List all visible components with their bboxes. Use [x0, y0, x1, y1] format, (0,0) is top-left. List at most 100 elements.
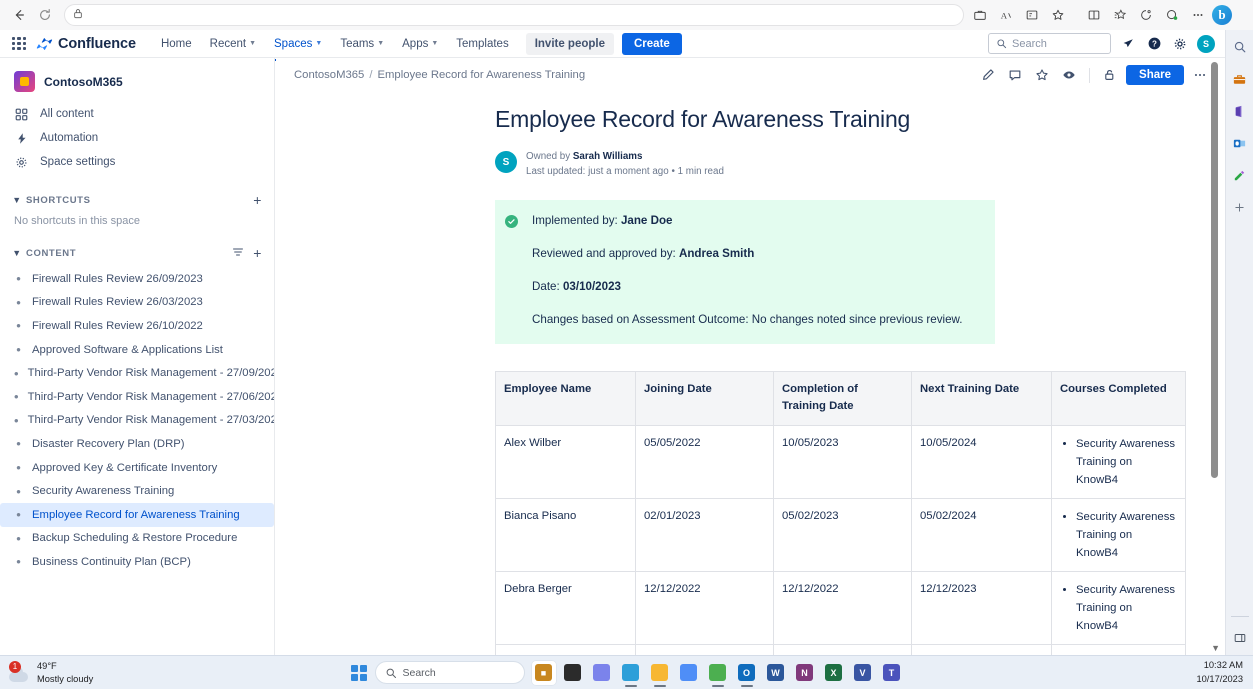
content-list-item[interactable]: •Approved Key & Certificate Inventory — [0, 456, 274, 480]
taskbar-app-microsoft-edge[interactable] — [618, 660, 644, 686]
favorite-star-icon[interactable] — [1046, 3, 1070, 27]
sidebar-item-space-settings[interactable]: Space settings — [0, 150, 274, 174]
completion-date-entry: 12/12/2022 — [782, 581, 902, 599]
content-list-item[interactable]: •Third-Party Vendor Risk Management - 27… — [0, 385, 274, 409]
help-icon[interactable]: ? — [1145, 35, 1163, 53]
search-icon[interactable] — [1229, 36, 1251, 58]
shopping-icon[interactable] — [1229, 68, 1251, 90]
taskbar-app-visio[interactable]: V — [850, 660, 876, 686]
settings-gear-icon[interactable] — [1171, 35, 1189, 53]
scroll-down-arrow-icon[interactable]: ▼ — [1211, 643, 1220, 653]
content-list-item[interactable]: •Business Continuity Plan (BCP) — [0, 550, 274, 574]
collections-icon[interactable] — [1082, 3, 1106, 27]
filter-icon[interactable] — [232, 246, 244, 261]
panel-line-reviewed-by: Reviewed and approved by: Andrea Smith — [532, 246, 979, 263]
teams-icon: T — [883, 664, 900, 681]
bullet-icon: • — [14, 272, 23, 285]
chevron-down-icon[interactable]: ▼ — [8, 248, 26, 258]
nav-item-teams[interactable]: Teams▼ — [331, 33, 393, 55]
panel-label: Date: — [532, 280, 560, 293]
watch-eye-icon[interactable] — [1058, 64, 1080, 86]
taskbar-app-dark-app[interactable] — [560, 660, 586, 686]
nav-item-templates[interactable]: Templates — [447, 33, 517, 55]
office-icon[interactable] — [1229, 100, 1251, 122]
performance-icon[interactable] — [1160, 3, 1184, 27]
reload-icon[interactable] — [32, 2, 58, 28]
taskbar-app-excel[interactable]: X — [821, 660, 847, 686]
app-switcher-icon[interactable] — [10, 35, 28, 53]
confluence-logo[interactable]: Confluence — [36, 36, 136, 52]
content-list-item[interactable]: •Third-Party Vendor Risk Management - 27… — [0, 409, 274, 433]
comment-icon[interactable] — [1004, 64, 1026, 86]
content-list-item[interactable]: •Approved Software & Applications List — [0, 338, 274, 362]
search-input[interactable]: Search — [988, 33, 1111, 54]
content-list-item[interactable]: •Security Awareness Training — [0, 479, 274, 503]
cell-next-training-date: 05/02/2024 — [912, 498, 1052, 571]
outlook-icon[interactable] — [1229, 132, 1251, 154]
taskbar-app-word[interactable]: W — [763, 660, 789, 686]
create-button[interactable]: Create — [622, 33, 682, 55]
immersive-reader-icon[interactable] — [1020, 3, 1044, 27]
taskbar-app-work-briefcase-app[interactable]: ■ — [531, 660, 557, 686]
content-list-item[interactable]: •Firewall Rules Review 26/09/2023 — [0, 267, 274, 291]
owner-name[interactable]: Sarah Williams — [573, 151, 643, 162]
page-scrollbar[interactable] — [1211, 62, 1218, 615]
taskbar-app-outlook[interactable]: O — [734, 660, 760, 686]
chevron-down-icon[interactable]: ▼ — [8, 195, 26, 205]
content-list-item-label: Approved Software & Applications List — [32, 344, 223, 356]
copilot-icon[interactable]: b — [1212, 5, 1232, 25]
start-button[interactable] — [349, 663, 369, 683]
taskbar-app-onedrive[interactable] — [676, 660, 702, 686]
gear-icon — [14, 156, 29, 169]
designer-icon[interactable] — [1229, 164, 1251, 186]
taskbar-app-teams[interactable]: T — [879, 660, 905, 686]
add-page-button[interactable]: + — [253, 245, 262, 261]
add-sidebar-app-icon[interactable] — [1229, 196, 1251, 218]
favorites-bar-icon[interactable] — [1108, 3, 1132, 27]
space-header[interactable]: ContosoM365 — [0, 58, 274, 102]
cell-employee-name: Lidia Holloway — [496, 645, 636, 655]
edit-pencil-icon[interactable] — [977, 64, 999, 86]
more-settings-icon[interactable] — [1186, 3, 1210, 27]
notifications-icon[interactable] — [1119, 35, 1137, 53]
breadcrumb-space-link[interactable]: ContosoM365 — [294, 69, 364, 81]
bullet-icon: • — [14, 555, 23, 568]
weather-widget[interactable]: 1 49°F Mostly cloudy — [0, 660, 93, 685]
read-aloud-icon[interactable]: A — [994, 3, 1018, 27]
more-actions-icon[interactable] — [1189, 64, 1211, 86]
nav-item-apps[interactable]: Apps▼ — [393, 33, 447, 55]
content-list-item[interactable]: •Backup Scheduling & Restore Procedure — [0, 527, 274, 551]
sidebar-item-all-content[interactable]: All content — [0, 102, 274, 126]
nav-item-recent[interactable]: Recent▼ — [201, 33, 265, 55]
shortcuts-section-header[interactable]: ▼ SHORTCUTS + — [0, 186, 274, 214]
sidebar-item-automation[interactable]: Automation — [0, 126, 274, 150]
taskbar-app-file-explorer[interactable] — [647, 660, 673, 686]
system-clock[interactable]: 10:32 AM 10/17/2023 — [1196, 659, 1253, 685]
content-list-item[interactable]: •Third-Party Vendor Risk Management - 27… — [0, 361, 274, 385]
content-section-header[interactable]: ▼ CONTENT + — [0, 239, 274, 267]
owner-avatar[interactable]: S — [495, 151, 517, 173]
scrollbar-thumb[interactable] — [1211, 62, 1218, 478]
taskbar-app-chat-app[interactable] — [589, 660, 615, 686]
browser-essentials-icon[interactable] — [1134, 3, 1158, 27]
back-arrow-icon[interactable] — [6, 2, 32, 28]
user-avatar[interactable]: S — [1197, 35, 1215, 53]
taskbar-search-input[interactable]: Search — [375, 661, 525, 684]
share-button[interactable]: Share — [1126, 65, 1184, 85]
address-bar[interactable] — [64, 4, 964, 26]
content-list-item[interactable]: •Disaster Recovery Plan (DRP) — [0, 432, 274, 456]
invite-people-button[interactable]: Invite people — [526, 33, 614, 55]
briefcase-icon[interactable] — [968, 3, 992, 27]
restrictions-lock-icon[interactable] — [1099, 64, 1121, 86]
nav-item-home[interactable]: Home — [152, 33, 201, 55]
star-icon[interactable] — [1031, 64, 1053, 86]
add-shortcut-button[interactable]: + — [253, 192, 262, 208]
content-list-item[interactable]: •Firewall Rules Review 26/10/2022 — [0, 314, 274, 338]
nav-item-spaces[interactable]: Spaces▼ — [265, 33, 331, 55]
content-list-item[interactable]: •Employee Record for Awareness Training — [0, 503, 274, 527]
taskbar-app-google-chrome[interactable] — [705, 660, 731, 686]
taskbar-app-onenote[interactable]: N — [792, 660, 818, 686]
sidebar-toggle-icon[interactable] — [1229, 627, 1251, 649]
content-list-item[interactable]: •Firewall Rules Review 26/03/2023 — [0, 291, 274, 315]
byline-text-block: Owned by Sarah Williams Last updated: ju… — [526, 149, 724, 179]
